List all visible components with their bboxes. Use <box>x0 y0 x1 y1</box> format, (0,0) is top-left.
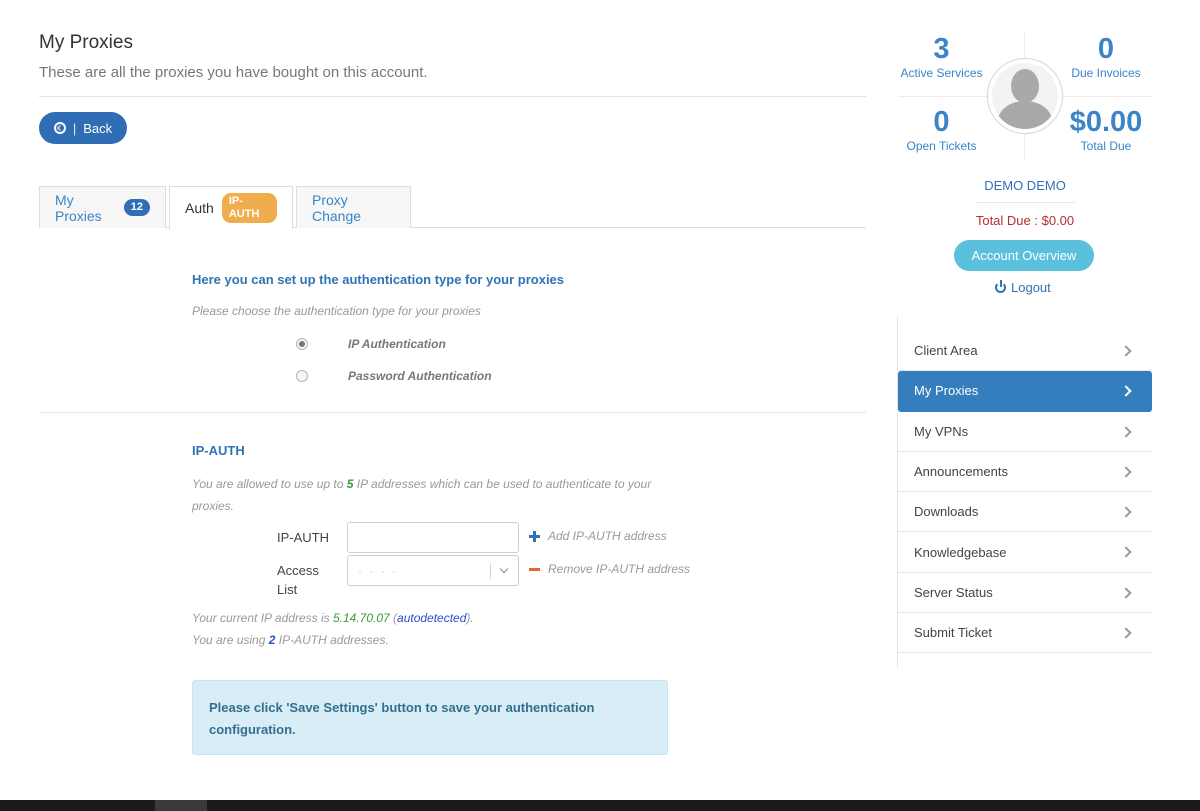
back-button[interactable]: | Back <box>39 112 127 144</box>
chevron-right-icon <box>1120 466 1132 478</box>
sidebar-item-label: Downloads <box>914 504 979 520</box>
chevron-right-icon <box>1120 425 1132 438</box>
radio-password-auth-row[interactable]: Password Authentication <box>296 369 492 383</box>
back-label: Back <box>83 120 113 136</box>
chevron-down-icon <box>499 564 509 574</box>
open-tickets-label: Open Tickets <box>906 139 977 153</box>
using-suffix: IP-AUTH addresses. <box>275 633 389 647</box>
tab-label: Auth <box>185 200 214 216</box>
allowed-prefix: You are allowed to use up to <box>192 477 347 491</box>
tab-label: Proxy Change <box>312 191 362 224</box>
tab-my-proxies[interactable]: My Proxies 12 <box>39 186 166 228</box>
chevron-right-icon <box>1120 385 1132 397</box>
remove-ipauth-link[interactable]: Remove IP-AUTH address <box>529 562 690 576</box>
access-list-label: Access List <box>277 563 319 597</box>
ipauth-input-label: IP-AUTH <box>277 530 329 545</box>
chevron-right-icon <box>1120 546 1132 559</box>
select-separator <box>490 563 491 579</box>
stat-open-tickets[interactable]: 0 Open Tickets <box>898 106 985 154</box>
back-separator: | <box>72 120 77 136</box>
sidebar-item-label: Submit Ticket <box>914 625 993 641</box>
remove-ipauth-label: Remove IP-AUTH address <box>548 562 691 576</box>
logout-link[interactable]: Logout <box>995 280 1051 295</box>
ipauth-section-title: IP-AUTH <box>192 443 245 458</box>
active-services-label: Active Services <box>900 66 983 80</box>
total-due-label: Total Due <box>1080 139 1132 153</box>
open-tickets-count: 0 <box>933 106 950 138</box>
ipauth-input[interactable] <box>347 522 519 553</box>
page-title: My Proxies <box>39 32 133 53</box>
due-invoices-count: 0 <box>1097 33 1115 65</box>
sidebar-item-label: Client Area <box>914 343 978 359</box>
access-list-value: · · · · <box>358 564 398 578</box>
minus-icon <box>529 567 540 571</box>
account-overview-button[interactable]: Account Overview <box>954 240 1094 271</box>
auth-section-title: Here you can set up the authentication t… <box>192 272 565 287</box>
radio-ip-auth-label: IP Authentication <box>348 337 446 351</box>
sidebar-item-label: My Proxies <box>914 383 979 399</box>
tab-bar: My Proxies 12 Auth IP-AUTH Proxy Change <box>39 186 866 229</box>
avatar <box>987 58 1063 134</box>
save-settings-notice: Please click 'Save Settings' button to s… <box>192 680 668 755</box>
sidebar-item-client-area[interactable]: Client Area <box>898 331 1152 372</box>
radio-ip-auth[interactable] <box>296 338 308 350</box>
ipauth-allowed-text: You are allowed to use up to 5 IP addres… <box>192 473 692 517</box>
taskbar-active-app[interactable] <box>155 800 207 811</box>
chevron-right-icon <box>1120 627 1132 639</box>
chevron-right-icon <box>1120 345 1132 357</box>
current-ip-prefix: Your current IP address is <box>192 611 333 625</box>
sidebar-item-my-proxies[interactable]: My Proxies <box>898 371 1152 412</box>
sidebar-item-server-status[interactable]: Server Status <box>898 573 1152 614</box>
account-divider <box>975 202 1075 203</box>
os-taskbar <box>0 800 1200 811</box>
chevron-right-icon <box>1120 506 1132 518</box>
sidebar-item-label: Knowledgebase <box>914 544 1007 560</box>
current-ip-value: 5.14.70.07 <box>332 611 390 625</box>
due-invoices-label: Due Invoices <box>1071 66 1141 80</box>
using-prefix: You are using <box>192 633 269 647</box>
paren-open: ( <box>389 611 398 625</box>
header-divider <box>39 96 866 97</box>
section-divider <box>39 412 866 413</box>
tab-label: My Proxies <box>55 191 102 224</box>
current-ip-text: Your current IP address is 5.14.70.07 (a… <box>192 611 474 625</box>
power-icon <box>995 280 1006 293</box>
radio-password-auth-label: Password Authentication <box>348 369 492 383</box>
plus-icon <box>529 530 540 542</box>
radio-ip-auth-row[interactable]: IP Authentication <box>296 337 446 351</box>
sidebar-item-label: My VPNs <box>914 423 969 439</box>
tab-proxy-change[interactable]: Proxy Change <box>296 186 411 228</box>
account-total-due: Total Due : $0.00 <box>975 213 1075 228</box>
page-subtitle: These are all the proxies you have bough… <box>39 64 428 81</box>
auth-hint: Please choose the authentication type fo… <box>192 304 481 318</box>
add-ipauth-link[interactable]: Add IP-AUTH address <box>529 529 667 543</box>
logout-label: Logout <box>1011 280 1051 295</box>
radio-password-auth[interactable] <box>296 370 308 382</box>
sidebar-item-submit-ticket[interactable]: Submit Ticket <box>898 613 1152 654</box>
access-list-select[interactable]: · · · · <box>347 555 519 586</box>
total-due-amount: $0.00 <box>1069 106 1143 138</box>
stat-active-services[interactable]: 3 Active Services <box>898 33 985 81</box>
user-silhouette-icon <box>992 63 1058 129</box>
sidebar-item-label: Announcements <box>914 464 1008 480</box>
account-name: DEMO DEMO <box>984 178 1066 193</box>
proxy-count-badge: 12 <box>123 199 150 216</box>
sidebar-nav: Client Area My Proxies My VPNs Announcem… <box>898 331 1152 654</box>
circle-arrow-left-icon <box>53 122 66 134</box>
autodetected-label: autodetected <box>397 611 467 625</box>
tab-auth[interactable]: Auth IP-AUTH <box>169 186 293 229</box>
add-ipauth-label: Add IP-AUTH address <box>548 529 667 543</box>
paren-close: ). <box>466 611 474 625</box>
auth-type-badge: IP-AUTH <box>221 193 277 223</box>
sidebar-item-announcements[interactable]: Announcements <box>898 452 1152 493</box>
chevron-right-icon <box>1120 587 1132 599</box>
active-services-count: 3 <box>933 33 950 65</box>
sidebar-item-label: Server Status <box>914 584 993 600</box>
sidebar-item-knowledgebase[interactable]: Knowledgebase <box>898 532 1152 573</box>
sidebar-item-downloads[interactable]: Downloads <box>898 492 1152 533</box>
stat-due-invoices[interactable]: 0 Due Invoices <box>1066 33 1146 81</box>
using-count-text: You are using 2 IP-AUTH addresses. <box>192 633 389 647</box>
sidebar-item-my-vpns[interactable]: My VPNs <box>898 412 1152 452</box>
stat-total-due[interactable]: $0.00 Total Due <box>1062 106 1150 154</box>
